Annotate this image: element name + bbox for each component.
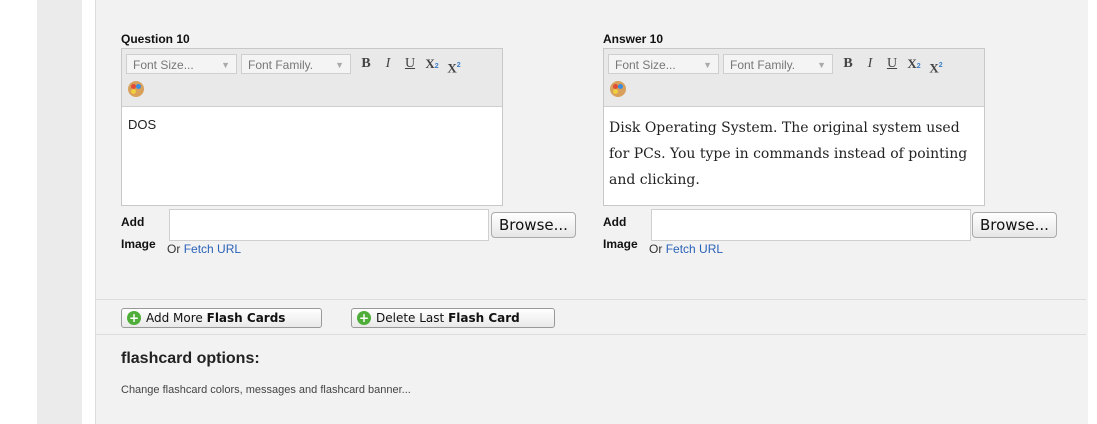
divider (96, 334, 1086, 335)
superscript-mark: 2 (938, 62, 943, 69)
answer-column: Answer 10 Font Size... ▼ Font Family. ▼ B … (603, 30, 1057, 261)
plus-circle-icon: + (357, 311, 371, 325)
color-palette-icon[interactable] (610, 81, 626, 97)
color-palette-icon[interactable] (128, 81, 144, 97)
font-size-select[interactable]: Font Size... ▼ (126, 54, 237, 74)
answer-text-area[interactable]: Disk Operating System. The original syst… (604, 107, 984, 205)
answer-image-row: Add Image Browse... Or Fetch URL (603, 209, 1057, 261)
underline-button[interactable]: U (884, 54, 900, 74)
font-family-select[interactable]: Font Family. ▼ (241, 54, 351, 74)
answer-toolbar: Font Size... ▼ Font Family. ▼ B I U X2 X2 (604, 49, 984, 107)
plus-circle-icon: + (127, 311, 141, 325)
divider (96, 299, 1086, 300)
image-word: Image (603, 237, 638, 251)
image-word: Image (121, 237, 156, 251)
subscript-button[interactable]: X2 (424, 54, 440, 74)
superscript-mark: 2 (456, 62, 461, 69)
delete-last-flash-card-button[interactable]: + Delete Last Flash Card (351, 308, 555, 328)
answer-editor: Font Size... ▼ Font Family. ▼ B I U X2 X2 … (603, 48, 985, 206)
add-more-prefix: Add More (146, 311, 203, 325)
browse-button[interactable]: Browse... (972, 212, 1057, 238)
fetch-url-link[interactable]: Fetch URL (184, 242, 241, 256)
subscript-letter: X (907, 56, 917, 71)
chevron-down-icon: ▼ (335, 60, 344, 70)
italic-button[interactable]: I (862, 54, 878, 74)
question-image-row: Add Image Browse... Or Fetch URL (121, 209, 576, 261)
superscript-letter: X (929, 60, 939, 76)
answer-image-file-input[interactable] (651, 209, 971, 241)
left-sidebar-strip (37, 0, 82, 424)
delete-prefix: Delete Last (376, 311, 445, 325)
question-image-file-input[interactable] (169, 209, 489, 241)
bold-button[interactable]: B (840, 54, 856, 74)
subscript-letter: X (425, 56, 435, 71)
chevron-down-icon: ▼ (703, 60, 712, 70)
fetch-url-text: Or Fetch URL (167, 242, 241, 256)
browse-button[interactable]: Browse... (491, 212, 576, 238)
question-column: Question 10 Font Size... ▼ Font Family. ▼ … (121, 30, 576, 261)
answer-label: Answer 10 (603, 32, 664, 46)
add-more-flash-cards-button[interactable]: + Add More Flash Cards (121, 308, 322, 328)
subscript-mark: 2 (434, 63, 439, 70)
font-family-select-label: Font Family. (730, 58, 796, 72)
or-text: Or (167, 242, 181, 256)
font-size-select-label: Font Size... (615, 58, 676, 72)
font-family-select-label: Font Family. (248, 58, 314, 72)
add-image-label: Add Image (603, 214, 649, 251)
fetch-url-text: Or Fetch URL (649, 242, 723, 256)
add-image-label: Add Image (121, 214, 167, 251)
add-more-strong: Flash Cards (206, 311, 286, 325)
flashcard-options-title[interactable]: flashcard options: (121, 350, 260, 368)
question-text-area[interactable]: DOS (122, 107, 502, 205)
superscript-button[interactable]: X2 (446, 54, 462, 76)
chevron-down-icon: ▼ (817, 60, 826, 70)
question-editor: Font Size... ▼ Font Family. ▼ B I U X2 X2 … (121, 48, 503, 206)
font-size-select-label: Font Size... (133, 58, 194, 72)
add-word: Add (121, 215, 145, 229)
underline-button[interactable]: U (402, 54, 418, 74)
delete-strong: Flash Card (448, 311, 520, 325)
subscript-mark: 2 (916, 63, 921, 70)
add-word: Add (603, 215, 627, 229)
flashcard-options-description: Change flashcard colors, messages and fl… (121, 384, 411, 396)
bold-button[interactable]: B (358, 54, 374, 74)
subscript-button[interactable]: X2 (906, 54, 922, 74)
question-label: Question 10 (121, 32, 190, 46)
fetch-url-link[interactable]: Fetch URL (666, 242, 723, 256)
font-size-select[interactable]: Font Size... ▼ (608, 54, 719, 74)
superscript-button[interactable]: X2 (928, 54, 944, 76)
chevron-down-icon: ▼ (221, 60, 230, 70)
italic-button[interactable]: I (380, 54, 396, 74)
font-family-select[interactable]: Font Family. ▼ (723, 54, 833, 74)
or-text: Or (649, 242, 663, 256)
superscript-letter: X (447, 60, 457, 76)
question-toolbar: Font Size... ▼ Font Family. ▼ B I U X2 X2 (122, 49, 502, 107)
